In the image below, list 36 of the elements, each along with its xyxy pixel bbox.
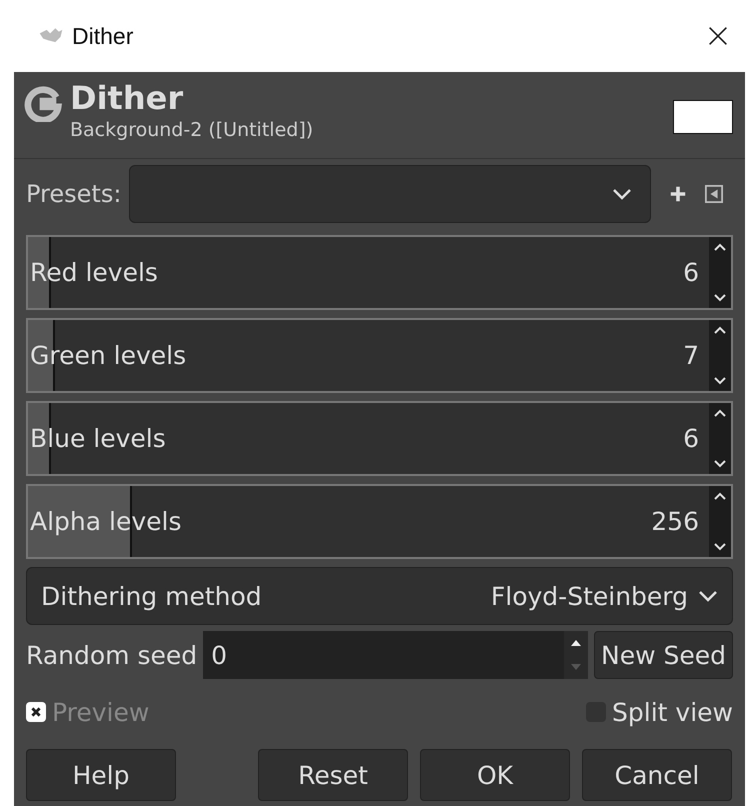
seed-field[interactable]: 0: [203, 631, 588, 679]
chevron-icon: [612, 188, 632, 200]
plus-icon[interactable]: [669, 185, 687, 203]
level-slider[interactable]: Alpha levels 256: [26, 484, 733, 559]
logo-icon: [24, 84, 62, 122]
slider-value: 256: [651, 507, 699, 536]
seed-label: Random seed: [26, 640, 198, 670]
slider-value: 6: [683, 258, 699, 287]
level-slider[interactable]: Blue levels 6: [26, 401, 733, 476]
level-slider[interactable]: Red levels 6: [26, 235, 733, 310]
dialog-button[interactable]: Cancel: [582, 749, 732, 801]
level-slider[interactable]: Green levels 7: [26, 318, 733, 393]
dialog-button[interactable]: OK: [420, 749, 570, 801]
up-arrow-icon[interactable]: [569, 638, 584, 648]
preview-label: Preview: [52, 698, 150, 726]
chevron-icon: [698, 590, 718, 602]
dialog-button[interactable]: Help: [26, 749, 176, 801]
presets-label: Presets:: [26, 180, 122, 208]
menu-icon[interactable]: [705, 185, 723, 203]
window-title: Dither: [72, 22, 134, 50]
preview-swatch: [673, 100, 733, 134]
slider-label: Red levels: [29, 258, 159, 287]
slider-label: Blue levels: [29, 424, 167, 453]
close-icon[interactable]: [708, 26, 728, 46]
dialog-subtitle: Background-2 ([Untitled]): [70, 118, 314, 142]
dialog-button[interactable]: Reset: [258, 749, 408, 801]
split-view-label: Split view: [612, 698, 733, 726]
method-dropdown[interactable]: Dithering method Floyd-Steinberg: [26, 567, 733, 625]
preview-checkbox[interactable]: [26, 702, 46, 722]
cross-mark-icon: [30, 706, 42, 718]
new-seed-button[interactable]: New Seed: [594, 631, 733, 679]
slider-value: 6: [683, 424, 699, 453]
dialog-title: Dither: [70, 78, 184, 118]
slider-label: Alpha levels: [29, 507, 183, 536]
slider-label: Green levels: [29, 341, 188, 370]
slider-value: 7: [683, 341, 699, 370]
